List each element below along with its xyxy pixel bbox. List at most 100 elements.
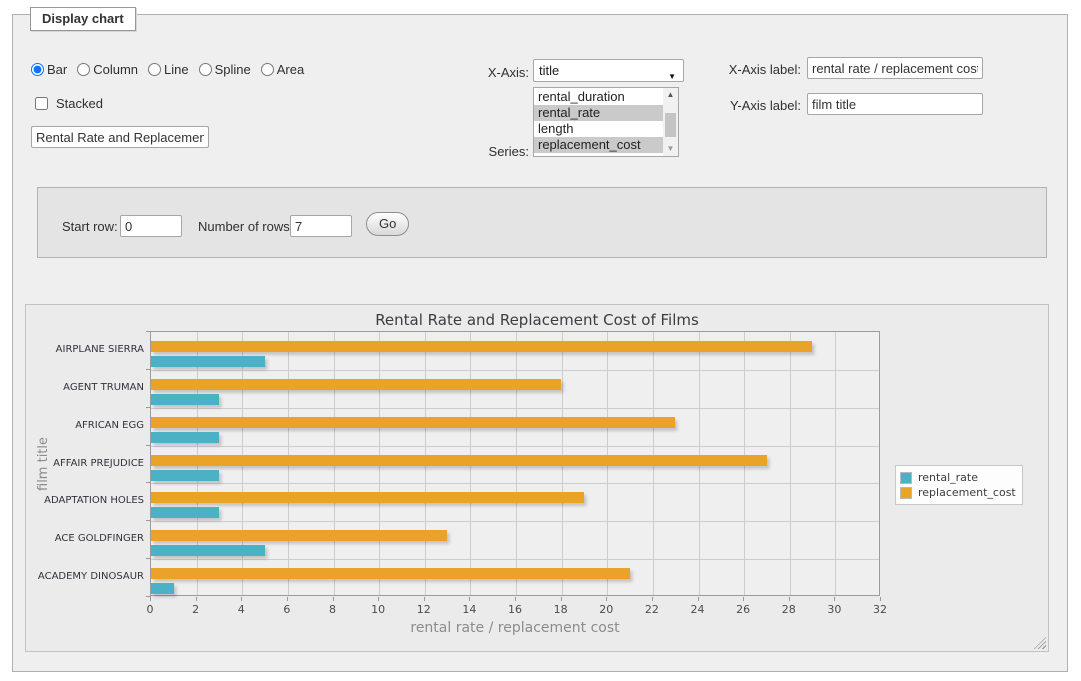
chart-type-line-radio[interactable]: [148, 63, 161, 76]
chart-type-area-label: Area: [277, 62, 304, 77]
gridline-y-5: [151, 521, 879, 522]
bar-rental_rate: [151, 356, 265, 367]
chart-type-bar-radio[interactable]: [31, 63, 44, 76]
gridline-x-28: [790, 332, 791, 595]
row-controls-panel: Start row: Number of rows: Go: [37, 187, 1047, 258]
chart-type-column-label: Column: [93, 62, 138, 77]
gridline-y-4: [151, 483, 879, 484]
x-tick-label-18: 18: [545, 603, 577, 616]
x-tick-mark-18: [561, 597, 562, 601]
x-tick-mark-30: [834, 597, 835, 601]
x-tick-mark-16: [515, 597, 516, 601]
y-tick-mark-0: [146, 331, 151, 332]
x-tick-label-28: 28: [773, 603, 805, 616]
legend-label-replacement_cost: replacement_cost: [918, 486, 1016, 499]
chart-type-line[interactable]: Line: [148, 62, 189, 77]
chart-type-bar-label: Bar: [47, 62, 67, 77]
gridline-x-30: [835, 332, 836, 595]
bar-rental_rate: [151, 507, 219, 518]
x-tick-label-30: 30: [818, 603, 850, 616]
legend-swatch-replacement_cost: [900, 487, 912, 499]
series-option-rental_rate[interactable]: rental_rate: [534, 105, 663, 121]
scrollbar-thumb[interactable]: [665, 113, 676, 137]
x-tick-label-22: 22: [636, 603, 668, 616]
x-axis-selected-value: title: [539, 63, 559, 78]
resize-handle-icon[interactable]: [1034, 637, 1046, 649]
legend-entry-replacement_cost: replacement_cost: [900, 486, 1016, 499]
series-option-rental_duration[interactable]: rental_duration: [534, 89, 663, 105]
stacked-checkbox[interactable]: [35, 97, 48, 110]
y-axis-label-input[interactable]: [807, 93, 983, 115]
chart-type-radio-group: Bar Column Line Spline Area: [31, 62, 310, 77]
category-label: ADAPTATION HOLES: [26, 495, 144, 507]
x-tick-label-20: 20: [590, 603, 622, 616]
legend-label-rental_rate: rental_rate: [918, 471, 978, 484]
category-label: ACADEMY DINOSAUR: [26, 571, 144, 583]
bar-rental_rate: [151, 394, 219, 405]
bar-replacement_cost: [151, 455, 767, 466]
category-label: ACE GOLDFINGER: [26, 533, 144, 545]
bar-rental_rate: [151, 583, 174, 594]
y-tick-mark-5: [146, 520, 151, 521]
series-options: rental_durationrental_ratelengthreplacem…: [534, 89, 663, 153]
chart-panel: Rental Rate and Replacement Cost of Film…: [25, 304, 1049, 652]
series-option-length[interactable]: length: [534, 121, 663, 137]
y-tick-mark-2: [146, 407, 151, 408]
start-row-label: Start row:: [62, 219, 118, 234]
x-tick-label-2: 2: [180, 603, 212, 616]
chart-type-bar[interactable]: Bar: [31, 62, 67, 77]
x-tick-mark-26: [743, 597, 744, 601]
gridline-y-2: [151, 408, 879, 409]
x-tick-mark-8: [333, 597, 334, 601]
x-tick-mark-14: [469, 597, 470, 601]
fieldset-legend: Display chart: [30, 7, 136, 31]
x-tick-mark-2: [196, 597, 197, 601]
series-option-replacement_cost[interactable]: replacement_cost: [534, 137, 663, 153]
chart-legend: rental_rate replacement_cost: [895, 465, 1023, 505]
chart-x-axis-title: rental rate / replacement cost: [150, 620, 880, 636]
chart-type-area-radio[interactable]: [261, 63, 274, 76]
x-tick-mark-4: [241, 597, 242, 601]
bar-replacement_cost: [151, 341, 812, 352]
chart-type-spline-radio[interactable]: [199, 63, 212, 76]
bar-replacement_cost: [151, 379, 561, 390]
go-button[interactable]: Go: [366, 212, 409, 236]
x-tick-mark-28: [789, 597, 790, 601]
x-tick-label-6: 6: [271, 603, 303, 616]
x-tick-label-12: 12: [408, 603, 440, 616]
x-tick-mark-12: [424, 597, 425, 601]
x-tick-mark-0: [150, 597, 151, 601]
gridline-y-3: [151, 446, 879, 447]
chart-plot-area: [150, 331, 880, 596]
bar-replacement_cost: [151, 530, 447, 541]
y-tick-mark-6: [146, 558, 151, 559]
start-row-input[interactable]: [120, 215, 182, 237]
x-axis-label-input[interactable]: [807, 57, 983, 79]
chart-type-column-radio[interactable]: [77, 63, 90, 76]
bar-replacement_cost: [151, 568, 630, 579]
number-of-rows-input[interactable]: [290, 215, 352, 237]
gridline-y-6: [151, 559, 879, 560]
category-label: AFFAIR PREJUDICE: [26, 458, 144, 470]
x-tick-mark-20: [606, 597, 607, 601]
chart-type-area[interactable]: Area: [261, 62, 304, 77]
x-tick-mark-22: [652, 597, 653, 601]
category-label: AGENT TRUMAN: [26, 382, 144, 394]
x-tick-label-32: 32: [864, 603, 896, 616]
x-tick-label-26: 26: [727, 603, 759, 616]
x-tick-label-16: 16: [499, 603, 531, 616]
chart-type-spline-label: Spline: [215, 62, 251, 77]
chart-title-input[interactable]: [31, 126, 209, 148]
legend-swatch-rental_rate: [900, 472, 912, 484]
category-label: AIRPLANE SIERRA: [26, 344, 144, 356]
x-tick-mark-6: [287, 597, 288, 601]
stacked-row[interactable]: Stacked: [31, 94, 103, 113]
chart-type-column[interactable]: Column: [77, 62, 138, 77]
x-tick-mark-10: [378, 597, 379, 601]
bar-rental_rate: [151, 470, 219, 481]
bar-rental_rate: [151, 432, 219, 443]
chart-type-spline[interactable]: Spline: [199, 62, 251, 77]
chart-title: Rental Rate and Replacement Cost of Film…: [26, 311, 1048, 329]
bar-replacement_cost: [151, 417, 675, 428]
scroll-down-icon[interactable]: ▼: [663, 142, 678, 156]
